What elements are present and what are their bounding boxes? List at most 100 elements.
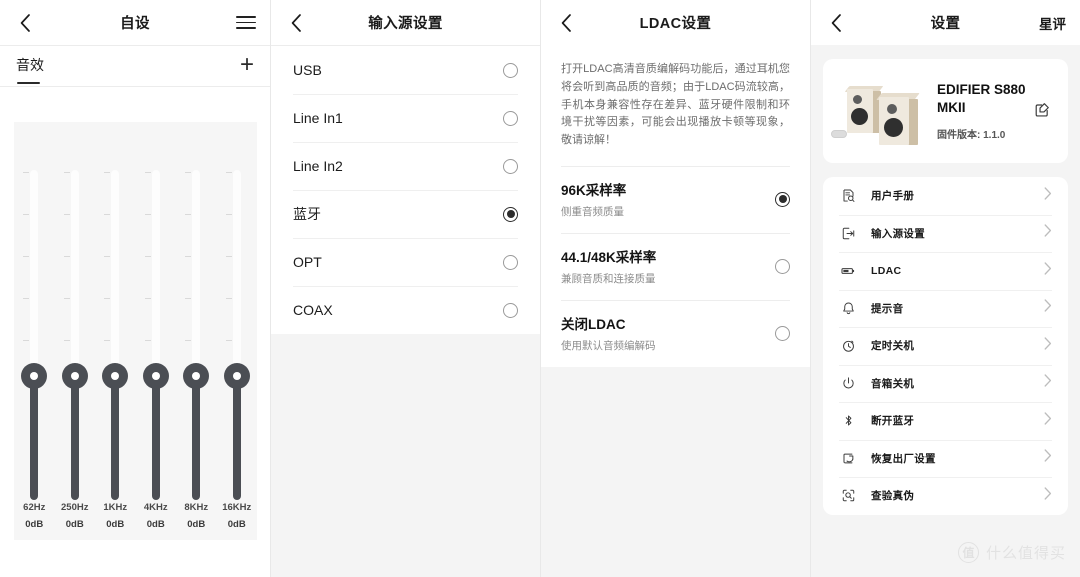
- slider-track-filled: [192, 375, 201, 500]
- menu-item-factory-reset[interactable]: 恢复出厂设置: [827, 439, 1064, 478]
- chevron-right-icon: [1044, 299, 1052, 317]
- menu-item-label: 查验真伪: [871, 490, 915, 503]
- menu-item-label: LDAC: [871, 264, 902, 277]
- eq-band-gain: 0dB: [25, 519, 44, 530]
- menu-item-disconnect-bluetooth[interactable]: 断开蓝牙: [827, 402, 1064, 440]
- input-option-line-in2[interactable]: Line In2: [271, 142, 540, 190]
- menu-item-label: 音箱关机: [871, 377, 915, 390]
- input-option-line-in1[interactable]: Line In1: [271, 94, 540, 142]
- eq-band-gain: 0dB: [227, 519, 246, 530]
- eq-slider-band[interactable]: [223, 170, 250, 500]
- radio-icon[interactable]: [503, 62, 518, 78]
- menu-item-label: 定时关机: [871, 340, 915, 353]
- menu-item-label: 恢复出厂设置: [871, 452, 936, 465]
- eq-slider-band[interactable]: [21, 170, 48, 500]
- settings-menu: 用户手册 输入源设置 LDAC 提示音 定时关机 音箱关机 断开蓝牙 恢复出厂设…: [823, 177, 1068, 515]
- radio-icon[interactable]: [503, 158, 518, 174]
- eq-band-frequency: 16KHz: [222, 502, 252, 513]
- slider-thumb[interactable]: [61, 363, 88, 389]
- radio-icon-selected[interactable]: [775, 191, 790, 207]
- option-title: 96K采样率: [561, 183, 627, 199]
- eq-band-label: 62Hz 0dB: [15, 502, 53, 530]
- slider-thumb[interactable]: [223, 363, 250, 389]
- ldac-navbar: LDAC设置: [541, 0, 810, 45]
- device-card[interactable]: EDIFIER S880 MKII 固件版本: 1.1.0: [823, 59, 1068, 163]
- input-option-opt[interactable]: OPT: [271, 238, 540, 286]
- slider-ticks: [185, 170, 192, 384]
- menu-item-sleep-timer[interactable]: 定时关机: [827, 327, 1064, 365]
- input-source-icon: [839, 224, 857, 242]
- input-option-bluetooth[interactable]: 蓝牙: [271, 190, 540, 238]
- back-icon[interactable]: [14, 12, 36, 34]
- option-subtitle: 使用默认音频编解码: [561, 340, 656, 353]
- equalizer-navbar: 自设: [0, 0, 270, 45]
- slider-thumb[interactable]: [102, 363, 129, 389]
- slider-thumb[interactable]: [142, 363, 169, 389]
- slider-track-filled: [111, 375, 120, 500]
- menu-item-label: 断开蓝牙: [871, 415, 915, 428]
- back-icon[interactable]: [825, 12, 847, 34]
- radio-icon[interactable]: [503, 110, 518, 126]
- slider-track: [232, 170, 241, 380]
- chip-icon: [839, 262, 857, 280]
- menu-item-ldac[interactable]: LDAC: [827, 252, 1064, 290]
- ldac-option-off[interactable]: 关闭LDAC 使用默认音频编解码: [541, 300, 810, 367]
- chevron-right-icon: [1044, 449, 1052, 467]
- radio-icon[interactable]: [775, 325, 790, 341]
- remote-control-image: [831, 130, 847, 138]
- scan-search-icon: [839, 487, 857, 505]
- option-subtitle: 兼顾音质和连接质量: [561, 273, 656, 286]
- slider-thumb[interactable]: [21, 363, 48, 389]
- bookshelf-speakers-image: [831, 75, 927, 147]
- radio-icon[interactable]: [775, 258, 790, 274]
- menu-item-input-source[interactable]: 输入源设置: [827, 214, 1064, 253]
- back-icon[interactable]: [285, 12, 307, 34]
- watermark: 值 什么值得买: [957, 542, 1066, 563]
- slider-track-filled: [30, 375, 39, 500]
- power-icon: [839, 374, 857, 392]
- input-source-navbar: 输入源设置: [271, 0, 540, 45]
- bell-icon: [839, 299, 857, 317]
- menu-item-prompt-tone[interactable]: 提示音: [827, 289, 1064, 328]
- ldac-panel: LDAC设置 打开LDAC高清音质编解码功能后，通过耳机您将会听到高品质的音频；…: [540, 0, 810, 577]
- radio-icon[interactable]: [503, 254, 518, 270]
- eq-slider-band[interactable]: [183, 170, 210, 500]
- eq-band-frequency: 250Hz: [61, 502, 89, 513]
- input-option-usb[interactable]: USB: [271, 46, 540, 94]
- settings-panel: 设置 星评 EDIFIER S880 MKII 固件版本: 1.1.0 用户手册…: [810, 0, 1080, 577]
- menu-item-label: 用户手册: [871, 190, 915, 203]
- chevron-right-icon: [1044, 262, 1052, 280]
- menu-item-user-manual[interactable]: 用户手册: [827, 177, 1064, 215]
- radio-icon[interactable]: [503, 302, 518, 318]
- eq-slider-band[interactable]: [61, 170, 88, 500]
- tab-sound-effect[interactable]: 音效: [16, 55, 44, 84]
- page-title: LDAC设置: [639, 16, 712, 32]
- menu-item-speaker-power-off[interactable]: 音箱关机: [827, 364, 1064, 403]
- ldac-option-44-48k[interactable]: 44.1/48K采样率 兼顾音质和连接质量: [541, 233, 810, 300]
- bluetooth-icon: [839, 412, 857, 430]
- star-review-button[interactable]: 星评: [1039, 13, 1066, 33]
- ldac-description: 打开LDAC高清音质编解码功能后，通过耳机您将会听到高品质的音频；由于LDAC码…: [561, 63, 790, 147]
- option-title: 关闭LDAC: [561, 317, 626, 333]
- chevron-right-icon: [1044, 187, 1052, 205]
- hamburger-icon[interactable]: [236, 16, 256, 29]
- ldac-card: 打开LDAC高清音质编解码功能后，通过耳机您将会听到高品质的音频；由于LDAC码…: [541, 45, 810, 368]
- plus-icon[interactable]: +: [240, 53, 254, 77]
- radio-icon-selected[interactable]: [503, 206, 518, 222]
- menu-item-verify-authenticity[interactable]: 查验真伪: [827, 477, 1064, 515]
- eq-band-label: 8KHz 0dB: [177, 502, 215, 530]
- ldac-option-96k[interactable]: 96K采样率 侧重音频质量: [541, 166, 810, 233]
- back-icon[interactable]: [555, 12, 577, 34]
- screenshot-root: 自设 音效 + 62Hz 0dB 250Hz 0dB 1KHz 0dB 4KHz…: [0, 0, 1080, 577]
- option-label: OPT: [293, 254, 322, 270]
- slider-ticks: [23, 170, 30, 384]
- chevron-right-icon: [1044, 487, 1052, 505]
- option-title: 44.1/48K采样率: [561, 250, 657, 266]
- eq-slider-band[interactable]: [102, 170, 129, 500]
- eq-slider-band[interactable]: [142, 170, 169, 500]
- slider-track: [111, 170, 120, 380]
- eq-band-label: 1KHz 0dB: [96, 502, 134, 530]
- input-option-coax[interactable]: COAX: [271, 286, 540, 334]
- slider-thumb[interactable]: [183, 363, 210, 389]
- edit-square-icon[interactable]: [1034, 101, 1054, 121]
